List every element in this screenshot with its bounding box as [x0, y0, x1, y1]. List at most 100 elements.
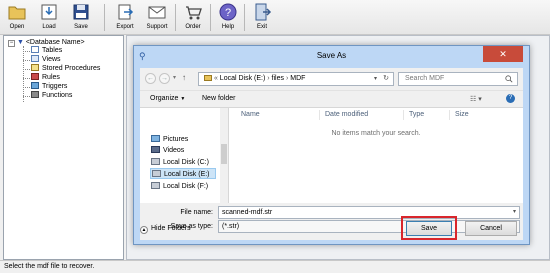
tree-root-label: <Database Name> [25, 39, 85, 46]
file-list[interactable]: Name Date modified Type Size No items ma… [229, 107, 523, 203]
dialog-body: ← → ▾ ↑ « Local Disk (E:) › files › MDF … [140, 68, 523, 240]
tree-item-views[interactable]: Views [31, 55, 61, 64]
search-icon [505, 75, 513, 83]
tree-item-label: Functions [42, 92, 73, 99]
support-button[interactable]: Support [142, 2, 172, 33]
new-folder-button[interactable]: New folder [202, 95, 235, 102]
tree-connector [23, 60, 30, 61]
column-type[interactable]: Type [409, 111, 424, 118]
help-icon[interactable]: ? [506, 94, 515, 103]
up-arrow-icon[interactable]: ↑ [182, 73, 186, 82]
nav-item-local-disk-e[interactable]: Local Disk (E:) [150, 168, 216, 179]
view-options-icon[interactable]: ☷ ▾ [470, 95, 482, 103]
forward-button[interactable]: → [159, 73, 170, 84]
close-icon: ✕ [499, 49, 507, 59]
file-name-input[interactable]: scanned-mdf.str ▾ [218, 206, 520, 219]
dialog-title: Save As [316, 51, 347, 60]
column-date-modified[interactable]: Date modified [325, 111, 368, 118]
exit-button[interactable]: Exit [247, 2, 277, 33]
address-bar[interactable]: « Local Disk (E:) › files › MDF ▾ ↻ [198, 72, 394, 86]
recent-dropdown-icon[interactable]: ▾ [173, 74, 176, 81]
nav-item-label: Local Disk (E:) [164, 171, 210, 178]
organize-label: Organize [150, 95, 179, 102]
load-icon [41, 4, 57, 20]
save-as-dialog: ⚲ Save As ✕ ← → ▾ ↑ « Local Disk (E:) › … [133, 45, 530, 245]
close-button[interactable]: ✕ [483, 46, 523, 62]
column-divider[interactable] [403, 110, 404, 120]
navigation-pane[interactable]: Pictures Videos Local Disk (C:) Local Di… [140, 107, 229, 203]
open-button[interactable]: Open [2, 2, 32, 33]
database-icon: ▼ [16, 39, 24, 46]
nav-item-videos[interactable]: Videos [150, 145, 216, 156]
open-label: Open [9, 24, 25, 30]
search-input[interactable]: Search MDF [398, 72, 518, 86]
nav-item-pictures[interactable]: Pictures [150, 134, 216, 145]
back-button[interactable]: ← [145, 73, 156, 84]
support-label: Support [146, 24, 168, 30]
tree-item-label: Rules [42, 74, 60, 81]
export-button[interactable]: Export [110, 2, 140, 33]
tree-item-tables[interactable]: Tables [31, 46, 62, 55]
arrow-left-icon: ← [147, 75, 154, 82]
chevron-up-icon: ▲ [140, 226, 148, 234]
scrollbar-thumb[interactable] [221, 144, 227, 164]
breadcrumb-files[interactable]: files [272, 75, 284, 82]
tree-item-label: Tables [42, 47, 63, 54]
tree-connector [23, 96, 30, 97]
column-divider[interactable] [319, 110, 320, 120]
status-bar: Select the mdf file to recover. [0, 260, 550, 273]
export-label: Export [116, 24, 134, 30]
tree-item-label: Triggers [42, 83, 68, 90]
drive-icon [151, 182, 160, 189]
nav-item-label: Pictures [163, 136, 189, 143]
trigger-icon [31, 82, 39, 89]
load-button[interactable]: Load [34, 2, 64, 33]
tree-item-rules[interactable]: Rules [31, 73, 60, 82]
drive-icon [152, 170, 161, 177]
nav-item-label: Local Disk (C:) [163, 159, 209, 166]
load-label: Load [42, 24, 56, 30]
procedure-icon [31, 64, 39, 71]
address-dropdown-icon[interactable]: ▾ [374, 73, 377, 85]
address-row: ← → ▾ ↑ « Local Disk (E:) › files › MDF … [140, 68, 523, 90]
nav-item-local-disk-c[interactable]: Local Disk (C:) [150, 157, 216, 168]
breadcrumb-drive[interactable]: Local Disk (E:) [220, 75, 266, 82]
help-label: Help [221, 24, 235, 30]
tree-item-functions[interactable]: Functions [31, 91, 72, 100]
breadcrumb-mdf[interactable]: MDF [290, 75, 305, 82]
collapse-icon[interactable]: − [8, 40, 15, 47]
toolbar-separator [104, 4, 105, 31]
cancel-button[interactable]: Cancel [465, 221, 517, 236]
column-size[interactable]: Size [455, 111, 469, 118]
status-text: Select the mdf file to recover. [4, 263, 95, 270]
nav-scrollbar[interactable] [220, 108, 228, 203]
tree-connector [23, 78, 30, 79]
tree-connector [23, 87, 30, 88]
toolbar-separator [244, 4, 245, 31]
chevron-down-icon[interactable]: ▾ [513, 207, 516, 218]
organize-button[interactable]: Organize ▼ [150, 95, 185, 102]
save-button[interactable]: Save [406, 221, 452, 236]
folder-icon [204, 75, 212, 81]
view-icon [31, 55, 39, 62]
column-name[interactable]: Name [241, 111, 260, 118]
order-button[interactable]: Order [178, 2, 208, 33]
column-divider[interactable] [449, 110, 450, 120]
file-name-label: File name: [180, 209, 213, 216]
hide-folders-button[interactable]: ▲ Hide Folders [140, 225, 191, 234]
tree-connector [23, 69, 30, 70]
tree-item-label: Views [42, 56, 61, 63]
save-tool-button[interactable]: Save [66, 2, 96, 33]
database-tree[interactable]: − ▼ <Database Name> Tables Views Stored … [3, 35, 124, 260]
function-icon [31, 91, 39, 98]
arrow-right-icon: → [161, 75, 168, 82]
nav-item-local-disk-f[interactable]: Local Disk (F:) [150, 181, 216, 192]
tree-item-stored-procedures[interactable]: Stored Procedures [31, 64, 100, 73]
help-button[interactable]: ? Help [213, 2, 243, 33]
videos-icon [151, 146, 160, 153]
pictures-icon [151, 135, 160, 142]
refresh-icon[interactable]: ↻ [383, 73, 389, 85]
save-tool-label: Save [74, 24, 88, 30]
dialog-titlebar[interactable]: ⚲ Save As ✕ [134, 46, 529, 68]
tree-item-triggers[interactable]: Triggers [31, 82, 67, 91]
